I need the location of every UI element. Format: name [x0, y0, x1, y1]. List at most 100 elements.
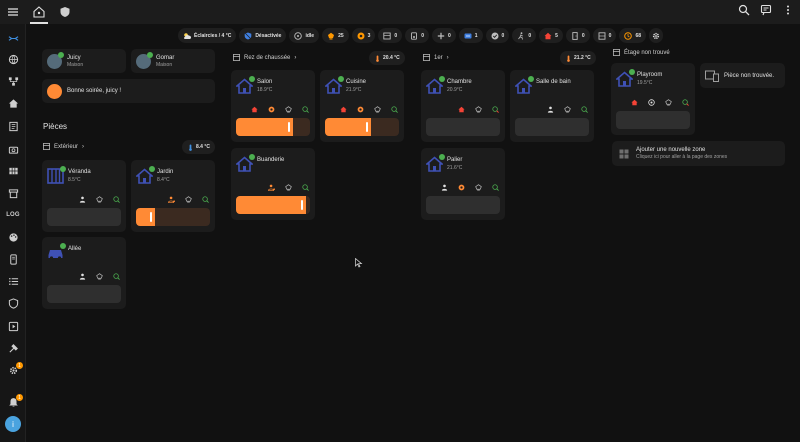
motion-icon[interactable]	[202, 190, 209, 208]
light-brightness-slider[interactable]	[236, 196, 310, 214]
motion-icon[interactable]	[302, 100, 309, 118]
home-alert-icon[interactable]	[340, 100, 347, 118]
room-card-sdb[interactable]: Salle de bain	[510, 70, 594, 142]
light-icon[interactable]	[475, 100, 482, 118]
room-card-veranda[interactable]: Véranda 8.5°C	[42, 160, 126, 232]
chip-vacuum[interactable]: idle	[289, 28, 320, 43]
light-brightness-slider[interactable]	[236, 118, 310, 136]
add-zone-card[interactable]: Ajouter une nouvelle zone Cliquez ici pou…	[612, 141, 785, 166]
slider-knob[interactable]	[301, 200, 304, 210]
chip-door[interactable]: 0	[565, 28, 590, 43]
menu-toggle[interactable]	[0, 0, 26, 24]
slider-knob[interactable]	[149, 212, 152, 222]
chip-cover[interactable]: 0	[378, 28, 403, 43]
person-icon[interactable]	[441, 178, 448, 196]
sidebar-item-map[interactable]	[0, 50, 26, 68]
light-brightness-slider[interactable]	[616, 111, 690, 129]
light-icon[interactable]	[665, 93, 672, 111]
person-icon[interactable]	[79, 190, 86, 208]
fan-icon[interactable]	[268, 100, 275, 118]
room-card-jardin[interactable]: Jardin 8.4°C	[131, 160, 215, 232]
person-alert-icon[interactable]	[168, 190, 175, 208]
area-temp-chip[interactable]: 8.4 °C	[182, 140, 215, 154]
room-card-cuisine[interactable]: Cuisine 21.9°C	[320, 70, 404, 142]
chip-home-alert[interactable]: 5	[539, 28, 563, 43]
sidebar-item-developer-tools[interactable]	[0, 339, 26, 357]
fan-icon[interactable]	[357, 100, 364, 118]
chip-climate[interactable]: 1	[458, 28, 483, 43]
person-alert-icon[interactable]	[268, 178, 275, 196]
sidebar-item-devices[interactable]	[0, 250, 26, 268]
home-alert-icon[interactable]	[458, 100, 465, 118]
room-card-palier[interactable]: Palier 21.6°C	[421, 148, 505, 220]
motion-icon[interactable]	[113, 267, 120, 285]
motion-off-icon[interactable]	[682, 93, 689, 111]
chip-gear[interactable]	[649, 28, 664, 43]
chip-weather-partly-cloudy[interactable]: Éclaircies / 4 °C	[178, 28, 237, 43]
chip-update[interactable]: 68	[619, 28, 647, 43]
slider-knob[interactable]	[287, 122, 290, 132]
area-header-rdc[interactable]: Rez de chaussée ›	[233, 54, 296, 61]
room-card-buanderie[interactable]: Buanderie	[231, 148, 315, 220]
person-icon[interactable]	[547, 100, 554, 118]
chip-window[interactable]: 0	[592, 28, 617, 43]
person-card-gomar[interactable]: Gomar Maison	[131, 49, 215, 73]
sidebar-item-network[interactable]	[0, 72, 26, 90]
chip-fan[interactable]: 3	[351, 28, 376, 43]
sidebar-item-overview[interactable]	[0, 29, 26, 47]
sidebar-item-todo[interactable]	[0, 272, 26, 290]
vacuum-icon[interactable]	[648, 93, 655, 111]
room-card-allee[interactable]: Allée	[42, 237, 126, 309]
light-icon[interactable]	[285, 178, 292, 196]
chip-fan-outline[interactable]: 0	[431, 28, 456, 43]
user-avatar[interactable]: i	[5, 416, 21, 432]
room-card-playroom[interactable]: Playroom 19.5°C	[611, 63, 695, 135]
search-button[interactable]	[738, 3, 750, 21]
area-temp-chip[interactable]: 20.4 °C	[369, 51, 405, 65]
area-header-non-trouve[interactable]: Étage non trouvé	[613, 49, 670, 56]
light-icon[interactable]	[374, 100, 381, 118]
sidebar-item-store[interactable]	[0, 184, 26, 202]
sidebar-item-home[interactable]	[0, 94, 26, 112]
light-brightness-slider[interactable]	[515, 118, 589, 136]
light-brightness-slider[interactable]	[325, 118, 399, 136]
tab-security[interactable]	[52, 0, 78, 24]
motion-icon[interactable]	[492, 178, 499, 196]
chip-light[interactable]: 25	[322, 28, 349, 43]
sidebar-item-log[interactable]: LOG	[0, 206, 26, 224]
light-brightness-slider[interactable]	[47, 285, 121, 303]
area-header-exterieur[interactable]: Extérieur ›	[43, 143, 84, 150]
light-brightness-slider[interactable]	[136, 208, 210, 226]
chip-speaker[interactable]: 0	[405, 28, 429, 43]
light-icon[interactable]	[285, 100, 292, 118]
motion-icon[interactable]	[302, 178, 309, 196]
home-alert-icon[interactable]	[251, 100, 258, 118]
sidebar-item-notifications[interactable]: 1	[0, 393, 26, 411]
motion-icon[interactable]	[391, 100, 398, 118]
area-header-1er[interactable]: 1er ›	[423, 54, 449, 61]
motion-off-icon[interactable]	[492, 100, 499, 118]
motion-icon[interactable]	[581, 100, 588, 118]
chip-motion[interactable]: 0	[512, 28, 537, 43]
area-temp-chip[interactable]: 21.2 °C	[560, 51, 596, 65]
motion-icon[interactable]	[113, 190, 120, 208]
fan-icon[interactable]	[458, 178, 465, 196]
sidebar-item-settings[interactable]: 1	[0, 361, 26, 379]
light-brightness-slider[interactable]	[426, 118, 500, 136]
person-icon[interactable]	[79, 267, 86, 285]
home-alert-icon[interactable]	[631, 93, 638, 111]
sidebar-item-media[interactable]	[0, 140, 26, 158]
light-icon[interactable]	[96, 267, 103, 285]
tab-home[interactable]	[26, 0, 52, 24]
light-icon[interactable]	[185, 190, 192, 208]
light-brightness-slider[interactable]	[426, 196, 500, 214]
room-card-chambre[interactable]: Chambre 20.9°C	[421, 70, 505, 142]
sidebar-item-themes[interactable]	[0, 228, 26, 246]
slider-knob[interactable]	[365, 122, 368, 132]
overflow-menu-button[interactable]	[782, 3, 794, 21]
room-card-salon[interactable]: Salon 18.9°C	[231, 70, 315, 142]
person-card-juicy[interactable]: Juicy Maison	[42, 49, 126, 73]
chip-shield-off[interactable]: Désactivée	[239, 28, 287, 43]
chip-check-circle[interactable]: 0	[485, 28, 510, 43]
light-icon[interactable]	[96, 190, 103, 208]
